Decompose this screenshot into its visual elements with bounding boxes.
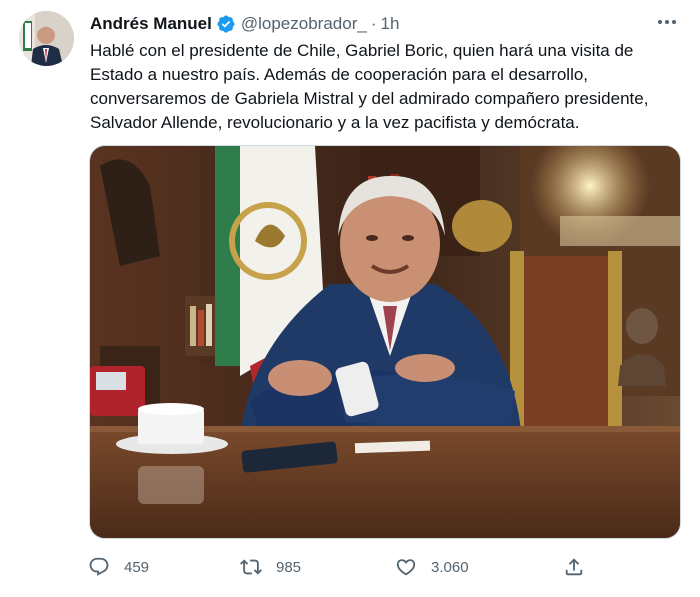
share-button[interactable]	[563, 554, 585, 580]
photo-illustration	[90, 146, 680, 538]
tweet-actions: 459 985 3.060	[88, 554, 600, 580]
reply-icon	[89, 557, 109, 576]
reply-button[interactable]: 459	[88, 554, 149, 580]
more-dot	[665, 20, 669, 24]
tweet-header: Andrés Manuel @lopezobrador_ · 1h	[90, 13, 680, 35]
tweet-text: Hablé con el presidente de Chile, Gabrie…	[90, 41, 649, 132]
more-options-icon[interactable]	[656, 11, 678, 33]
more-dot	[658, 20, 662, 24]
separator-dot: ·	[370, 14, 377, 33]
retweet-icon	[240, 559, 262, 575]
reply-count: 459	[124, 558, 150, 576]
tweet-photo[interactable]	[89, 145, 681, 539]
author-handle[interactable]: @lopezobrador_	[241, 14, 367, 34]
like-button[interactable]: 3.060	[395, 554, 469, 580]
author-name[interactable]: Andrés Manuel	[90, 14, 212, 34]
retweet-button[interactable]: 985	[240, 554, 301, 580]
heart-icon	[396, 559, 416, 576]
tweet[interactable]: Andrés Manuel @lopezobrador_ · 1h Hablé …	[0, 0, 700, 597]
share-icon	[565, 558, 583, 576]
more-dot	[672, 20, 676, 24]
avatar[interactable]	[19, 11, 74, 66]
like-count: 3.060	[431, 558, 469, 576]
verified-badge-icon	[216, 14, 236, 34]
tweet-timestamp[interactable]: 1h	[380, 14, 399, 34]
retweet-count: 985	[276, 558, 302, 576]
